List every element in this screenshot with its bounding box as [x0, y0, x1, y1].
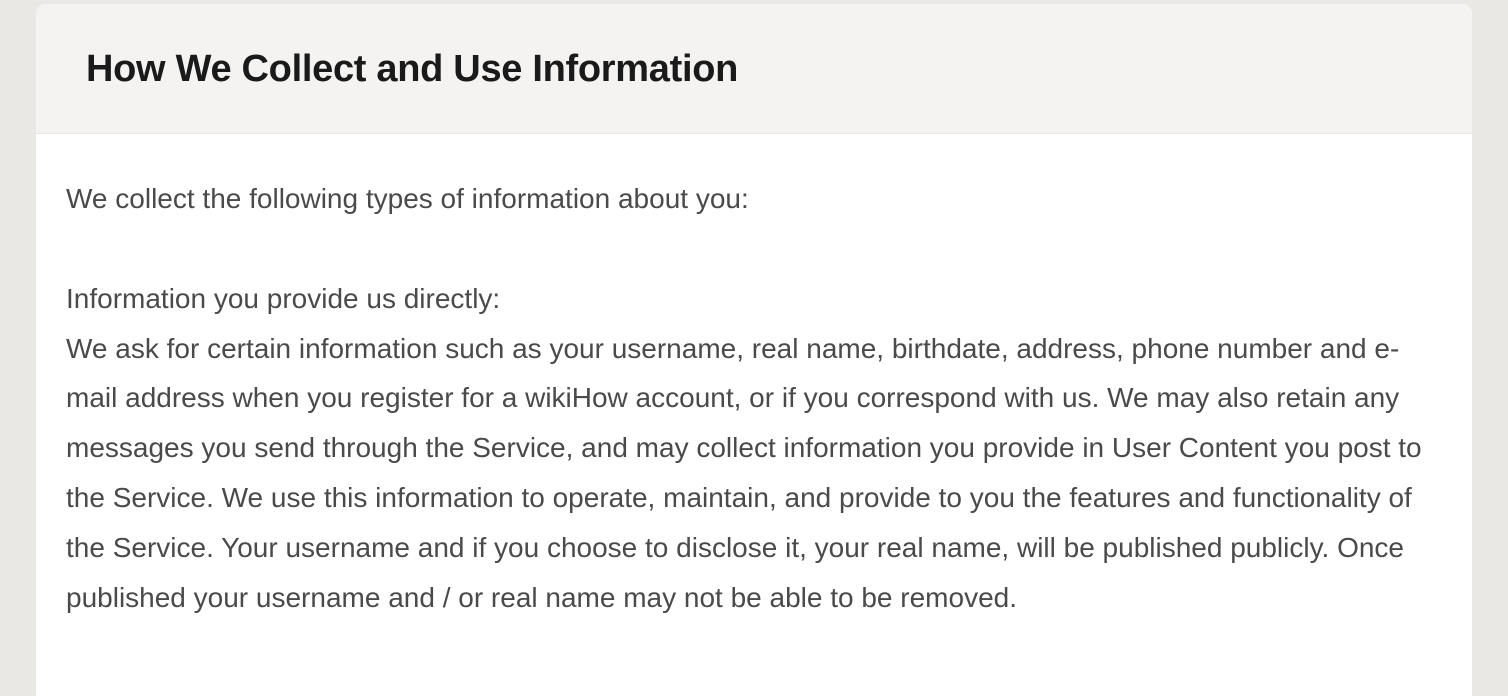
subheading: Information you provide us directly: [66, 283, 500, 314]
section-header: How We Collect and Use Information [36, 4, 1472, 134]
section-title: How We Collect and Use Information [86, 48, 1422, 91]
intro-paragraph: We collect the following types of inform… [66, 174, 1422, 224]
body-text: We ask for certain information such as y… [66, 333, 1422, 613]
section-body: We collect the following types of inform… [36, 134, 1472, 663]
policy-section-card: How We Collect and Use Information We co… [36, 4, 1472, 696]
body-paragraph: Information you provide us directly: We … [66, 274, 1422, 623]
